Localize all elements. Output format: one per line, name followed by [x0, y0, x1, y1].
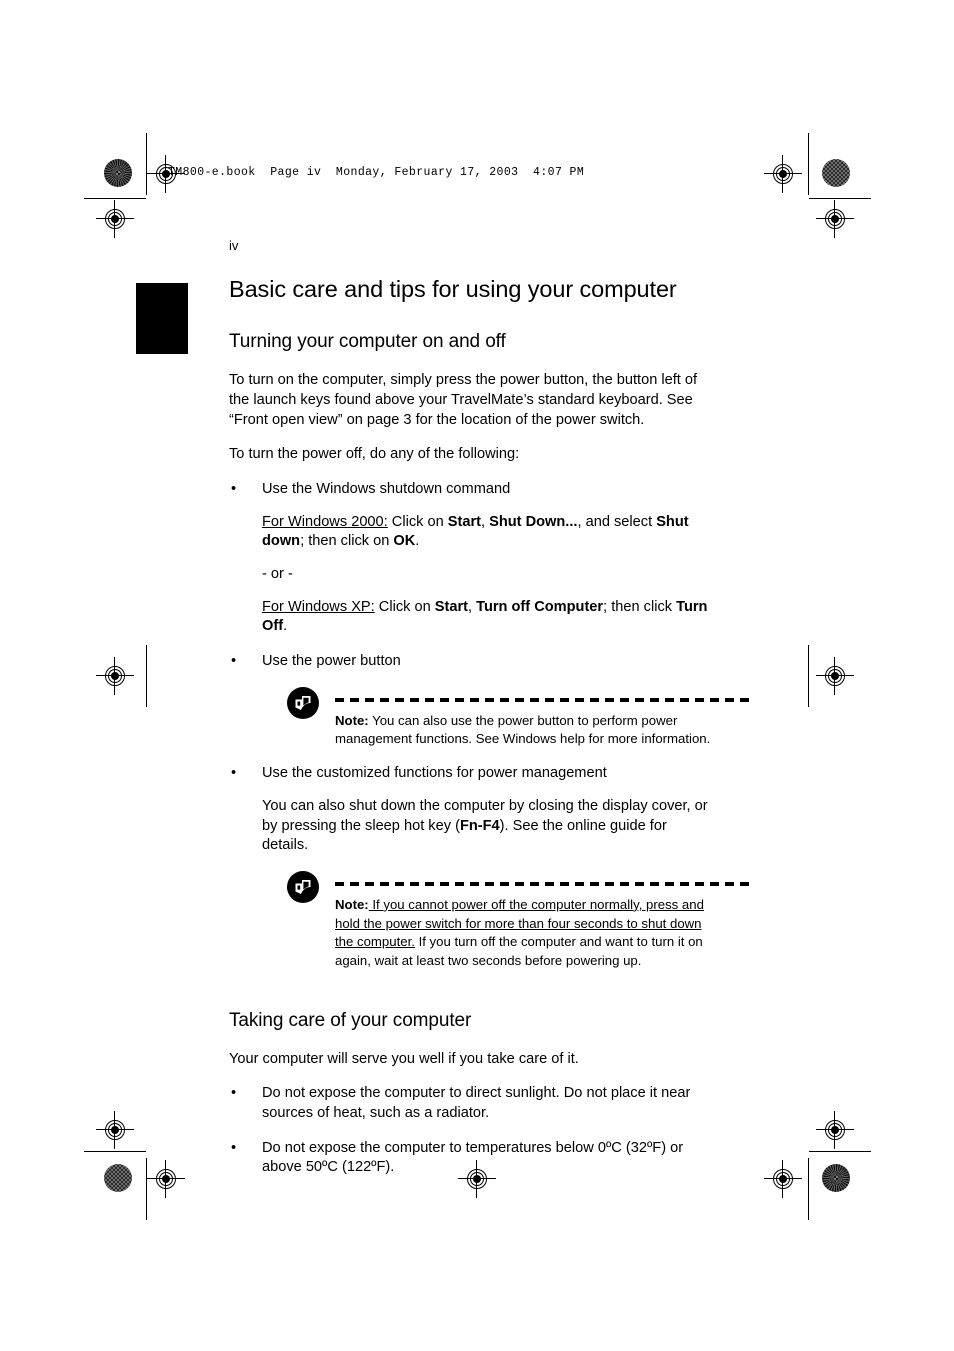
note-dashed-rule: [335, 881, 751, 886]
crop-mark-horizontal: [809, 1151, 871, 1152]
registration-target-icon: [816, 1111, 854, 1149]
bullet-label: Use the customized functions for power m…: [262, 765, 607, 782]
list-item: Use the customized functions for power m…: [229, 764, 751, 971]
list-item: Use the Windows shutdown command For Win…: [229, 480, 713, 637]
crop-mark-vertical: [808, 133, 809, 195]
note-dashed-rule: [335, 697, 751, 702]
crop-mark-vertical: [146, 133, 147, 195]
taking-care-intro: Your computer will serve you well if you…: [229, 1050, 579, 1067]
page-content: Basic care and tips for using your compu…: [229, 275, 751, 1193]
windows-xp-prefix: For Windows XP:: [262, 598, 375, 615]
section-heading-turning-on-off: Turning your computer on and off: [229, 331, 506, 353]
crop-mark-vertical: [808, 645, 809, 707]
crop-mark-horizontal: [84, 1151, 146, 1152]
list-item: Do not expose the computer to direct sun…: [229, 1084, 713, 1123]
note-callout: Note: If you cannot power off the comput…: [280, 869, 751, 971]
windows-xp-instructions: For Windows XP: Click on Start, Turn off…: [262, 598, 708, 635]
noise-density-patch-icon: [104, 1164, 132, 1192]
customized-functions-detail: You can also shut down the computer by c…: [262, 797, 708, 854]
registration-target-icon: [96, 200, 134, 238]
note-callout: Note: You can also use the power button …: [280, 685, 751, 749]
crop-mark-vertical: [146, 1158, 147, 1220]
note-label: Note:: [335, 896, 369, 912]
halftone-density-patch-icon: [104, 159, 132, 187]
crop-mark-vertical: [808, 1158, 809, 1220]
registration-target-icon: [764, 155, 802, 193]
windows-2000-instructions: For Windows 2000: Click on Start, Shut D…: [262, 513, 689, 550]
bullet-label: Use the power button: [262, 653, 401, 669]
windows-2000-prefix: For Windows 2000:: [262, 513, 388, 530]
registration-target-icon: [764, 1160, 802, 1198]
lead-in-paragraph: To turn the power off, do any of the fol…: [229, 446, 520, 463]
section-heading-taking-care: Taking care of your computer: [229, 1009, 472, 1031]
acer-note-icon: [285, 685, 321, 721]
registration-target-icon: [96, 657, 134, 695]
crop-mark-vertical: [146, 645, 147, 707]
page-title: Basic care and tips for using your compu…: [229, 276, 677, 302]
chapter-thumb-tab: [136, 283, 188, 354]
crop-mark-horizontal: [84, 198, 146, 199]
or-separator: - or -: [262, 565, 293, 582]
care-tip-text: Do not expose the computer to temperatur…: [262, 1139, 684, 1176]
document-page: TM800-e.book Page iv Monday, February 17…: [0, 0, 954, 1351]
list-item: Do not expose the computer to temperatur…: [229, 1139, 713, 1178]
intro-paragraph: To turn on the computer, simply press th…: [229, 372, 698, 428]
acer-note-icon: [285, 869, 321, 905]
halftone-density-patch-icon: [822, 1164, 850, 1192]
crop-mark-horizontal: [809, 198, 871, 199]
power-off-options-list: Use the Windows shutdown command For Win…: [229, 480, 751, 971]
list-item: Use the power button Note: You can also …: [229, 652, 751, 749]
registration-target-icon: [816, 200, 854, 238]
page-number: iv: [229, 238, 239, 253]
book-file-header: TM800-e.book Page iv Monday, February 17…: [168, 166, 585, 179]
registration-target-icon: [96, 1111, 134, 1149]
note-text: Note: You can also use the power button …: [335, 712, 711, 747]
registration-target-icon: [816, 657, 854, 695]
bullet-label: Use the Windows shutdown command: [262, 480, 511, 497]
registration-target-icon: [147, 1160, 185, 1198]
care-tip-text: Do not expose the computer to direct sun…: [262, 1085, 691, 1121]
care-tips-list: Do not expose the computer to direct sun…: [229, 1084, 713, 1178]
noise-density-patch-icon: [822, 159, 850, 187]
note-label: Note:: [335, 712, 369, 728]
